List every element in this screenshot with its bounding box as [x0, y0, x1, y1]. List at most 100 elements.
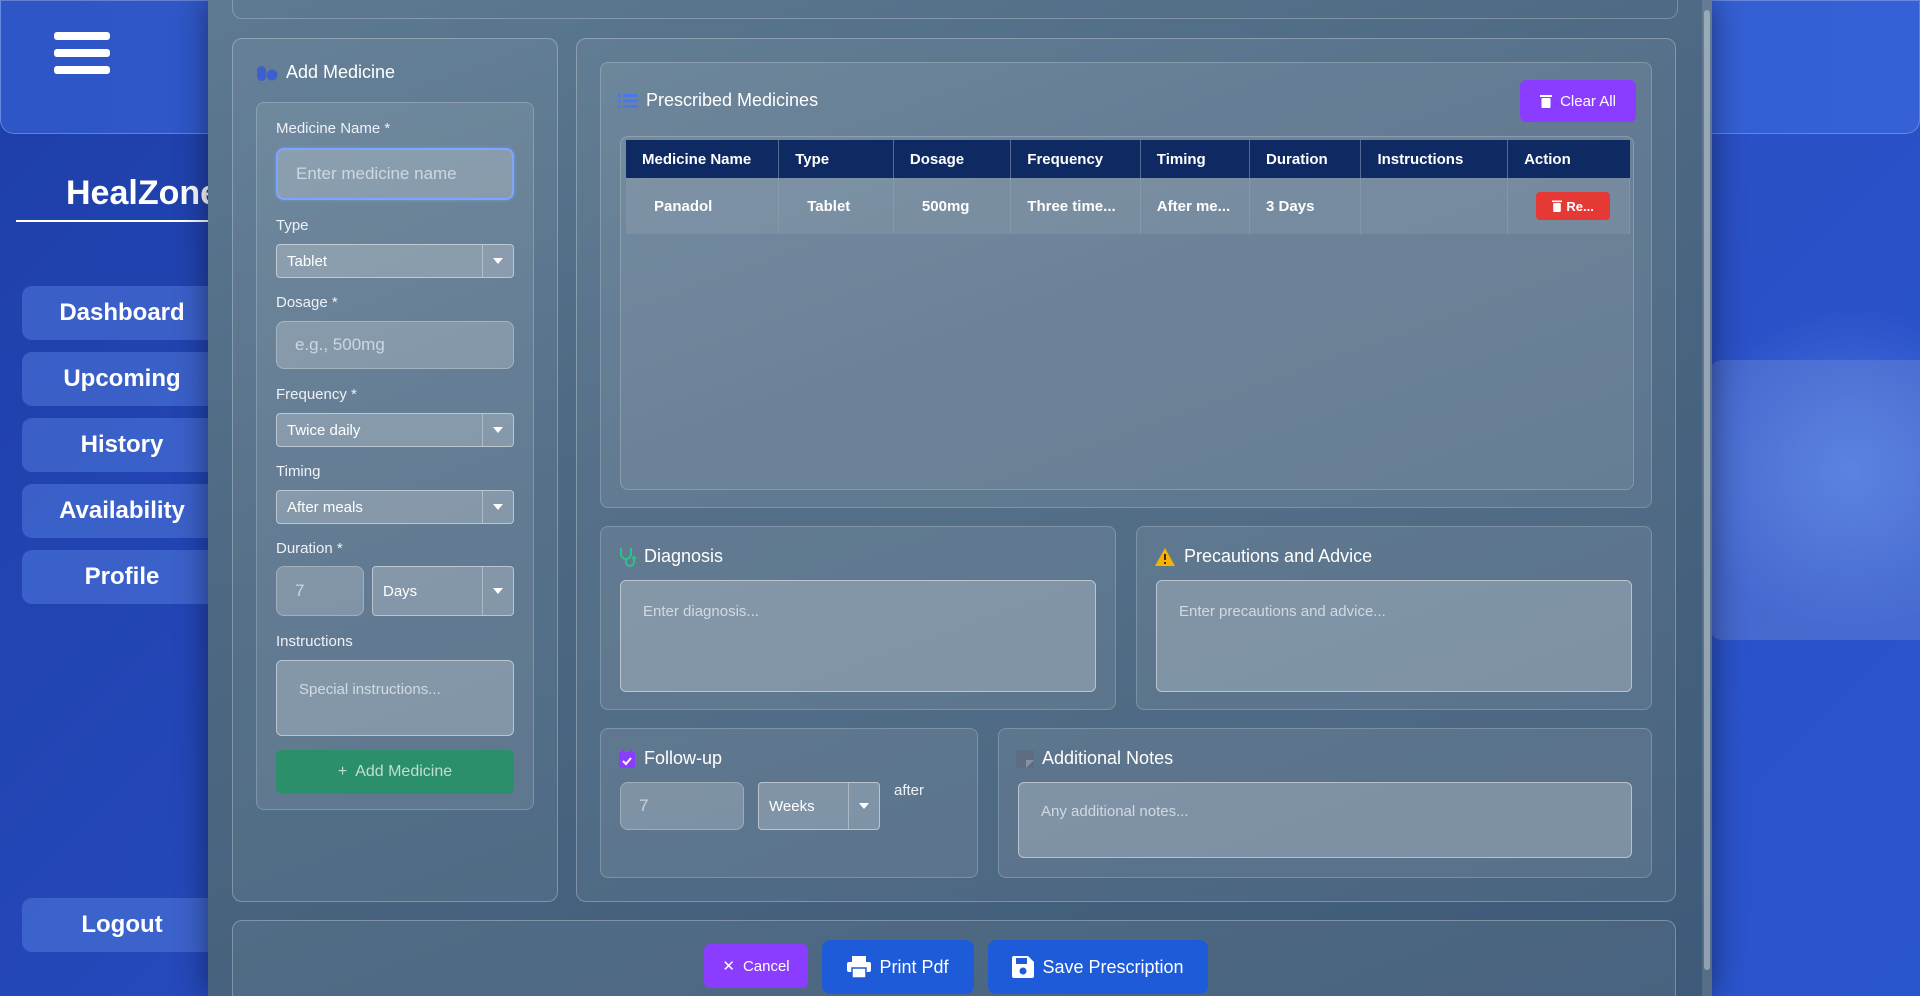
- diagnosis-title: Diagnosis: [644, 546, 724, 566]
- remove-medicine-button[interactable]: Re...: [1536, 192, 1611, 220]
- followup-unit-select[interactable]: Weeks: [758, 782, 880, 830]
- add-medicine-button[interactable]: + Add Medicine: [276, 750, 514, 794]
- logout-button[interactable]: Logout: [22, 898, 222, 952]
- column-header: Medicine Name: [626, 140, 780, 178]
- type-select[interactable]: Tablet: [276, 244, 514, 278]
- followup-after-label: after: [894, 782, 925, 799]
- add-medicine-heading: Add Medicine: [256, 62, 395, 83]
- cancel-label: Cancel: [742, 957, 790, 975]
- close-icon: ✕: [722, 958, 735, 975]
- chevron-down-icon: [482, 491, 513, 523]
- precautions-textarea[interactable]: Enter precautions and advice...: [1156, 580, 1632, 692]
- add-medicine-button-label: Add Medicine: [355, 763, 453, 780]
- cell-frequency: Three time...: [1010, 178, 1141, 234]
- cell-timing: After me...: [1140, 178, 1251, 234]
- medicine-name-label: Medicine Name *: [276, 120, 391, 137]
- followup-input[interactable]: 7: [620, 782, 744, 830]
- dosage-label: Dosage *: [276, 294, 338, 311]
- printer-icon: [847, 956, 872, 978]
- print-pdf-button[interactable]: Print Pdf: [822, 940, 974, 994]
- calendar-check-icon: [618, 749, 636, 769]
- duration-label: Duration *: [276, 540, 343, 557]
- dosage-placeholder: e.g., 500mg: [295, 335, 385, 354]
- timing-select[interactable]: After meals: [276, 490, 514, 524]
- column-header: Action: [1507, 140, 1630, 178]
- sidebar-item-upcoming[interactable]: Upcoming: [22, 352, 222, 406]
- chevron-down-icon: [482, 245, 513, 277]
- sidebar-item-history[interactable]: History: [22, 418, 222, 472]
- print-pdf-label: Print Pdf: [879, 956, 949, 977]
- save-prescription-button[interactable]: Save Prescription: [988, 940, 1208, 994]
- brand-divider: [16, 220, 216, 222]
- brand-title: HealZone: [66, 174, 220, 212]
- diagnosis-heading: Diagnosis: [618, 546, 723, 567]
- sidebar-item-availability[interactable]: Availability: [22, 484, 222, 538]
- column-header: Frequency: [1010, 140, 1141, 178]
- stethoscope-icon: [618, 547, 636, 567]
- timing-select-value: After meals: [287, 498, 363, 516]
- chevron-down-icon: [482, 414, 513, 446]
- notes-textarea[interactable]: Any additional notes...: [1018, 782, 1632, 858]
- table-row: Panadol Tablet 500mg Three time... After…: [626, 178, 1630, 234]
- add-medicine-title: Add Medicine: [286, 62, 396, 82]
- timing-label: Timing: [276, 463, 321, 480]
- frequency-label: Frequency *: [276, 386, 357, 403]
- dosage-input[interactable]: e.g., 500mg: [276, 321, 514, 369]
- duration-input[interactable]: 7: [276, 566, 364, 616]
- column-header: Instructions: [1360, 140, 1509, 178]
- prescription-modal: Add Medicine Medicine Name * Enter medic…: [208, 0, 1712, 996]
- medicines-table: Medicine Name Type Dosage Frequency Timi…: [626, 140, 1630, 234]
- column-header: Timing: [1140, 140, 1251, 178]
- modal-top-strip: [232, 0, 1678, 19]
- warning-icon: [1154, 547, 1176, 567]
- type-select-value: Tablet: [287, 252, 328, 270]
- column-header: Type: [778, 140, 894, 178]
- precautions-title: Precautions and Advice: [1184, 546, 1373, 566]
- precautions-heading: Precautions and Advice: [1154, 546, 1372, 567]
- scrollbar-thumb[interactable]: [1704, 10, 1710, 970]
- notes-heading: Additional Notes: [1016, 748, 1173, 769]
- followup-unit-value: Weeks: [769, 797, 815, 815]
- followup-heading: Follow-up: [618, 748, 722, 769]
- save-icon: [1012, 956, 1035, 978]
- frequency-select-value: Twice daily: [287, 421, 361, 439]
- plus-icon: +: [337, 763, 348, 780]
- diagnosis-textarea[interactable]: Enter diagnosis...: [620, 580, 1096, 692]
- duration-unit-select[interactable]: Days: [372, 566, 514, 616]
- instructions-label: Instructions: [276, 633, 353, 650]
- column-header: Duration: [1249, 140, 1362, 178]
- cell-instructions: [1360, 178, 1509, 234]
- clear-all-label: Clear All: [1560, 92, 1616, 110]
- sidebar-item-dashboard[interactable]: Dashboard: [22, 286, 222, 340]
- clear-all-button[interactable]: Clear All: [1520, 80, 1636, 122]
- cell-type: Tablet: [778, 178, 894, 234]
- trash-icon: [1552, 200, 1563, 212]
- menu-icon[interactable]: [54, 32, 110, 82]
- cell-dosage: 500mg: [893, 178, 1012, 234]
- chevron-down-icon: [482, 567, 513, 615]
- prescribed-heading: Prescribed Medicines: [618, 90, 818, 111]
- medicine-name-input[interactable]: Enter medicine name: [276, 148, 514, 200]
- chevron-down-icon: [848, 783, 879, 829]
- modal-scrollbar[interactable]: [1702, 0, 1712, 996]
- column-header: Dosage: [893, 140, 1012, 178]
- sidebar-item-profile[interactable]: Profile: [22, 550, 222, 604]
- cell-medicine-name: Panadol: [626, 178, 780, 234]
- duration-unit-value: Days: [383, 582, 418, 600]
- followup-title: Follow-up: [644, 748, 723, 768]
- note-icon: [1016, 749, 1034, 768]
- medicine-name-placeholder: Enter medicine name: [296, 164, 457, 183]
- background-card: [1710, 360, 1920, 640]
- save-prescription-label: Save Prescription: [1042, 956, 1184, 977]
- type-label: Type: [276, 217, 309, 234]
- instructions-textarea[interactable]: Special instructions...: [276, 660, 514, 736]
- notes-title: Additional Notes: [1042, 748, 1174, 768]
- cell-duration: 3 Days: [1249, 178, 1362, 234]
- cancel-button[interactable]: ✕ Cancel: [704, 944, 808, 988]
- trash-icon: [1540, 94, 1553, 108]
- table-header-row: Medicine Name Type Dosage Frequency Timi…: [626, 140, 1630, 178]
- prescribed-title: Prescribed Medicines: [646, 90, 819, 110]
- followup-value: 7: [639, 796, 649, 815]
- frequency-select[interactable]: Twice daily: [276, 413, 514, 447]
- pills-icon: [256, 64, 278, 82]
